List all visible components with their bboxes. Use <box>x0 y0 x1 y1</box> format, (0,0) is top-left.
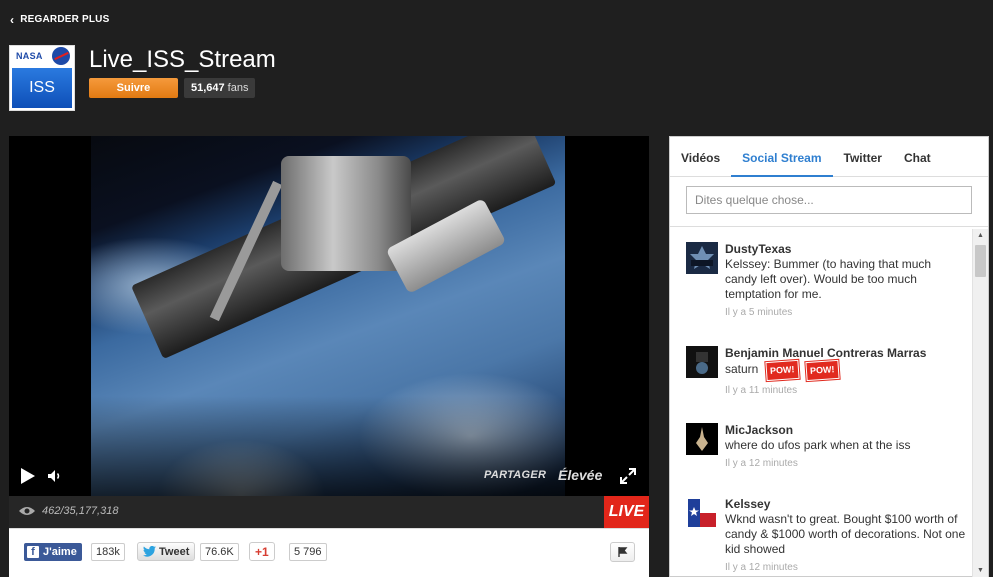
social-stream-list: DustyTexas Kelssey: Bummer (to having th… <box>670 229 972 577</box>
viewer-count: 462/35,177,318 <box>18 505 118 517</box>
post-time: Il y a 12 minutes <box>725 458 798 469</box>
pow-sticker: POW! <box>765 359 799 382</box>
fans-label: fans <box>227 82 249 94</box>
avatar[interactable] <box>686 497 718 529</box>
google-plus-label: +1 <box>255 544 269 559</box>
share-button[interactable]: PARTAGER <box>484 469 546 481</box>
video-player[interactable]: PARTAGER Élevée 462/35,177,318 LIVE <box>9 136 649 528</box>
facebook-like-button[interactable]: f J'aime <box>24 543 82 561</box>
post-author[interactable]: Kelssey <box>725 497 966 512</box>
volume-icon[interactable] <box>47 469 63 483</box>
play-icon[interactable] <box>21 468 35 484</box>
facebook-like-label: J'aime <box>43 546 77 558</box>
back-link-label: REGARDER PLUS <box>20 14 110 25</box>
post-time: Il y a 12 minutes <box>725 562 798 573</box>
tab-social-stream[interactable]: Social Stream <box>731 137 833 177</box>
fullscreen-icon[interactable] <box>620 468 636 484</box>
follow-button[interactable]: Suivre <box>89 78 178 98</box>
list-item: DustyTexas Kelssey: Bummer (to having th… <box>686 242 966 318</box>
panel-tabs: Vidéos Social Stream Twitter Chat <box>670 137 988 177</box>
player-bar: 462/35,177,318 LIVE <box>9 496 649 528</box>
post-text: Kelssey: Bummer (to having that much can… <box>725 257 932 301</box>
post-time: Il y a 11 minutes <box>725 385 798 396</box>
post-text: saturn POW! POW! <box>725 359 966 382</box>
side-panel: Vidéos Social Stream Twitter Chat DustyT… <box>669 136 989 577</box>
fans-badge: 51,647 fans <box>184 78 256 98</box>
list-item: Benjamin Manuel Contreras Marras saturn … <box>686 346 966 396</box>
comment-input[interactable] <box>686 186 972 214</box>
logo-nasa-text: NASA <box>16 51 43 61</box>
live-badge: LIVE <box>604 496 649 528</box>
back-link[interactable]: ‹ REGARDER PLUS <box>10 12 110 27</box>
facebook-like-count: 183k <box>91 543 125 561</box>
tab-chat[interactable]: Chat <box>893 137 942 177</box>
nasa-logo-icon <box>52 47 70 65</box>
flag-icon <box>617 547 627 557</box>
video-shadow <box>91 396 565 496</box>
list-item: Kelssey Wknd wasn't to great. Bought $10… <box>686 497 966 573</box>
tab-videos[interactable]: Vidéos <box>670 137 731 177</box>
list-item: MicJackson where do ufos park when at th… <box>686 423 966 469</box>
post-author[interactable]: DustyTexas <box>725 242 966 257</box>
chevron-left-icon: ‹ <box>10 12 15 27</box>
scroll-thumb[interactable] <box>975 245 986 277</box>
google-plus-button[interactable]: +1 <box>249 542 275 561</box>
facebook-icon: f <box>27 546 39 558</box>
quality-selector[interactable]: Élevée <box>558 467 602 483</box>
composer <box>670 177 988 227</box>
post-author[interactable]: MicJackson <box>725 423 966 438</box>
social-share-bar: f J'aime 183k Tweet 76.6K +1 5 796 <box>9 528 649 577</box>
scrollbar[interactable]: ▲ ▼ <box>972 229 988 577</box>
avatar[interactable] <box>686 423 718 455</box>
fans-count: 51,647 <box>191 82 225 94</box>
video-frame[interactable] <box>91 136 565 496</box>
avatar[interactable] <box>686 242 718 274</box>
viewer-count-text: 462/35,177,318 <box>42 505 119 517</box>
tweet-label: Tweet <box>159 545 190 558</box>
post-author[interactable]: Benjamin Manuel Contreras Marras <box>725 346 966 361</box>
avatar[interactable] <box>686 346 718 378</box>
twitter-bird-icon <box>143 546 156 557</box>
tweet-count: 76.6K <box>200 543 239 561</box>
post-text: Wknd wasn't to great. Bought $100 worth … <box>725 512 966 556</box>
channel-title[interactable]: Live_ISS_Stream <box>89 46 276 74</box>
post-time: Il y a 5 minutes <box>725 307 793 318</box>
channel-logo[interactable]: NASA ISS <box>9 45 75 111</box>
pow-sticker: POW! <box>804 359 839 382</box>
post-text: where do ufos park when at the iss <box>725 438 911 452</box>
tab-twitter[interactable]: Twitter <box>833 137 893 177</box>
google-plus-count: 5 796 <box>289 543 327 561</box>
report-button[interactable] <box>610 542 635 562</box>
scroll-up-icon[interactable]: ▲ <box>977 232 984 239</box>
tweet-button[interactable]: Tweet <box>137 542 196 561</box>
scroll-down-icon[interactable]: ▼ <box>977 567 984 574</box>
post-text-content: saturn <box>725 362 759 376</box>
eye-icon <box>19 507 35 515</box>
logo-iss-text: ISS <box>12 68 72 108</box>
